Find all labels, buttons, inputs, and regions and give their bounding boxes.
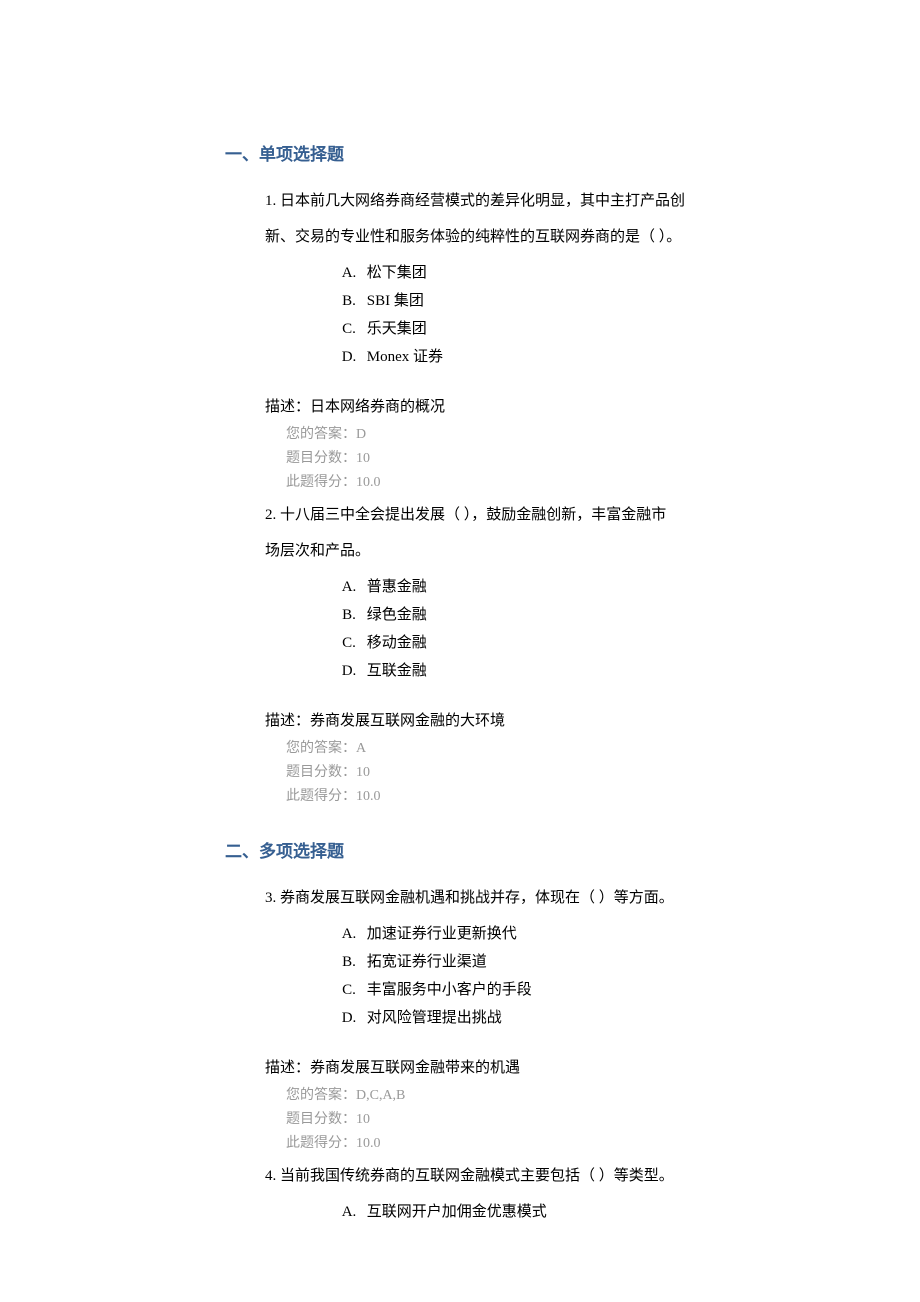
q3-description: 描述：券商发展互联网金融带来的机遇: [265, 1054, 920, 1082]
q1-option-b-text: SBI 集团: [367, 293, 424, 309]
q3-option-a-text: 加速证券行业更新换代: [367, 926, 517, 942]
q4-option-a-text: 互联网开户加佣金优惠模式: [367, 1204, 547, 1220]
q1-option-c: C. 乐天集团: [335, 315, 920, 343]
q3-score: 题目分数：10: [286, 1108, 920, 1132]
q1-score: 题目分数：10: [286, 447, 920, 471]
opt-letter-c: C.: [335, 976, 363, 1004]
opt-letter-b: B.: [335, 601, 363, 629]
q3-your-answer: 您的答案：D,C,A,B: [286, 1084, 920, 1108]
q2-got: 此题得分：10.0: [286, 785, 920, 809]
quiz-document: 一、单项选择题 1. 日本前几大网络券商经营模式的差异化明显，其中主打产品创 新…: [0, 0, 920, 1274]
q3-option-d-text: 对风险管理提出挑战: [367, 1010, 502, 1026]
opt-letter-a: A.: [335, 920, 363, 948]
opt-letter-a: A.: [335, 573, 363, 601]
q1-option-c-text: 乐天集团: [367, 321, 427, 337]
q1-options: A. 松下集团 B. SBI 集团 C. 乐天集团 D. Monex 证券: [335, 259, 920, 371]
q1-text-line1: 1. 日本前几大网络券商经营模式的差异化明显，其中主打产品创: [265, 187, 690, 215]
q3-option-a: A. 加速证券行业更新换代: [335, 920, 920, 948]
q1-option-b: B. SBI 集团: [335, 287, 920, 315]
q4-options: A. 互联网开户加佣金优惠模式: [335, 1198, 920, 1226]
q2-option-d-text: 互联金融: [367, 663, 427, 679]
q1-description: 描述：日本网络券商的概况: [265, 393, 920, 421]
q2-option-b-text: 绿色金融: [367, 607, 427, 623]
q3-option-c-text: 丰富服务中小客户的手段: [367, 982, 532, 998]
q1-got: 此题得分：10.0: [286, 471, 920, 495]
q2-score: 题目分数：10: [286, 761, 920, 785]
opt-letter-c: C.: [335, 629, 363, 657]
opt-letter-a: A.: [335, 1198, 363, 1226]
q3-option-b-text: 拓宽证券行业渠道: [367, 954, 487, 970]
q2-option-b: B. 绿色金融: [335, 601, 920, 629]
section-1-heading: 一、单项选择题: [225, 140, 920, 165]
q1-your-answer: 您的答案：D: [286, 423, 920, 447]
q2-text-line2: 场层次和产品。: [265, 537, 690, 565]
q2-option-a: A. 普惠金融: [335, 573, 920, 601]
q3-option-b: B. 拓宽证券行业渠道: [335, 948, 920, 976]
q3-options: A. 加速证券行业更新换代 B. 拓宽证券行业渠道 C. 丰富服务中小客户的手段…: [335, 920, 920, 1032]
q1-text-line2: 新、交易的专业性和服务体验的纯粹性的互联网券商的是（ ）。: [265, 223, 690, 251]
q1-option-d: D. Monex 证券: [335, 343, 920, 371]
opt-letter-b: B.: [335, 948, 363, 976]
q2-option-a-text: 普惠金融: [367, 579, 427, 595]
q1-option-a: A. 松下集团: [335, 259, 920, 287]
q3-meta: 您的答案：D,C,A,B 题目分数：10 此题得分：10.0: [286, 1084, 920, 1156]
q2-option-c: C. 移动金融: [335, 629, 920, 657]
q4-text: 4. 当前我国传统券商的互联网金融模式主要包括（ ）等类型。: [265, 1162, 690, 1190]
q2-meta: 您的答案：A 题目分数：10 此题得分：10.0: [286, 737, 920, 809]
q3-option-d: D. 对风险管理提出挑战: [335, 1004, 920, 1032]
opt-letter-d: D.: [335, 657, 363, 685]
q4-option-a: A. 互联网开户加佣金优惠模式: [335, 1198, 920, 1226]
q2-options: A. 普惠金融 B. 绿色金融 C. 移动金融 D. 互联金融: [335, 573, 920, 685]
q1-option-a-text: 松下集团: [367, 265, 427, 281]
q1-meta: 您的答案：D 题目分数：10 此题得分：10.0: [286, 423, 920, 495]
q2-your-answer: 您的答案：A: [286, 737, 920, 761]
opt-letter-c: C.: [335, 315, 363, 343]
q2-description: 描述：券商发展互联网金融的大环境: [265, 707, 920, 735]
opt-letter-b: B.: [335, 287, 363, 315]
section-2-heading: 二、多项选择题: [225, 837, 920, 862]
q2-option-d: D. 互联金融: [335, 657, 920, 685]
opt-letter-d: D.: [335, 343, 363, 371]
q3-option-c: C. 丰富服务中小客户的手段: [335, 976, 920, 1004]
opt-letter-d: D.: [335, 1004, 363, 1032]
opt-letter-a: A.: [335, 259, 363, 287]
q3-text: 3. 券商发展互联网金融机遇和挑战并存，体现在（ ）等方面。: [265, 884, 690, 912]
q2-option-c-text: 移动金融: [367, 635, 427, 651]
q2-text-line1: 2. 十八届三中全会提出发展（ ），鼓励金融创新，丰富金融市: [265, 501, 690, 529]
q1-option-d-text: Monex 证券: [367, 349, 443, 365]
q3-got: 此题得分：10.0: [286, 1132, 920, 1156]
